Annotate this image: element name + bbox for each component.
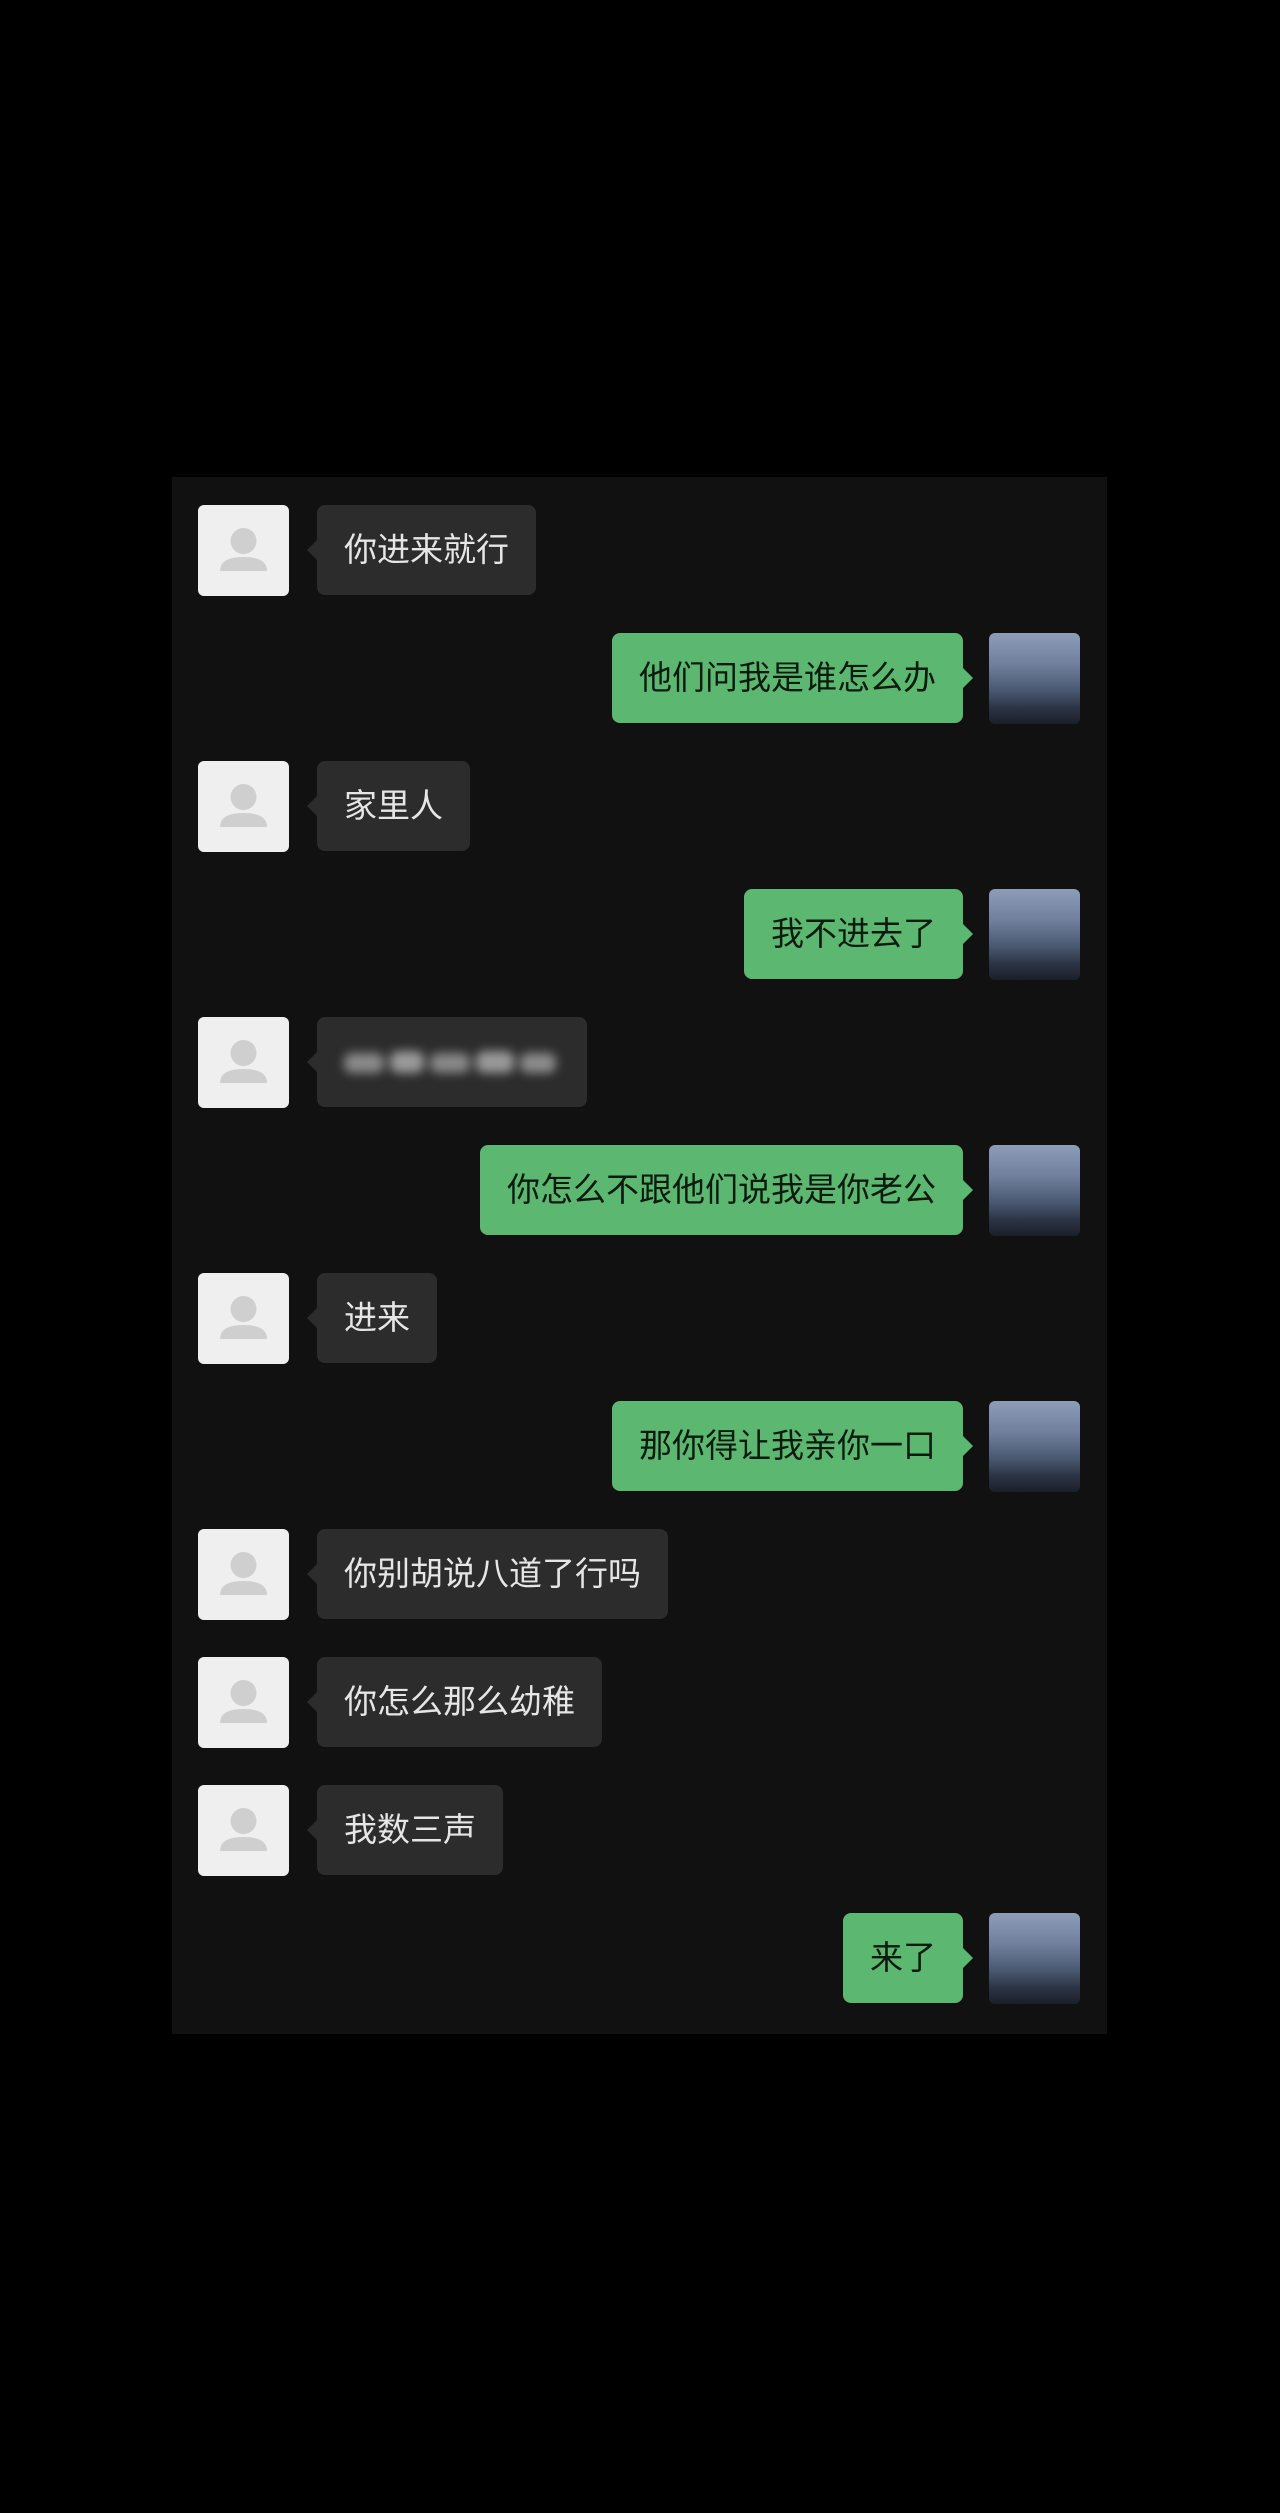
- message-outgoing: 他们问我是谁怎么办: [172, 633, 1107, 725]
- message-bubble[interactable]: 来了: [843, 1913, 973, 2003]
- message-incoming: 你别胡说八道了行吗: [172, 1529, 1107, 1621]
- message-outgoing: 来了: [172, 1913, 1107, 2005]
- message-text: 你别胡说八道了行吗: [344, 1554, 641, 1593]
- message-incoming: 进来: [172, 1273, 1107, 1365]
- redacted-text-blur: [344, 1051, 556, 1073]
- contact-avatar-icon[interactable]: [198, 1657, 289, 1748]
- message-bubble[interactable]: 我不进去了: [744, 889, 973, 979]
- message-bubble[interactable]: 你怎么那么幼稚: [307, 1657, 602, 1747]
- user-avatar[interactable]: [989, 1401, 1080, 1492]
- message-text: 进来: [344, 1298, 410, 1337]
- message-outgoing: 我不进去了: [172, 889, 1107, 981]
- message-bubble[interactable]: 家里人: [307, 761, 470, 851]
- message-bubble[interactable]: 你别胡说八道了行吗: [307, 1529, 668, 1619]
- message-text: 你怎么不跟他们说我是你老公: [507, 1170, 936, 1209]
- contact-avatar-icon[interactable]: [198, 1017, 289, 1108]
- message-text: 他们问我是谁怎么办: [639, 658, 936, 697]
- user-avatar[interactable]: [989, 1913, 1080, 2004]
- message-bubble[interactable]: 你进来就行: [307, 505, 536, 595]
- message-incoming: [172, 1017, 1107, 1109]
- message-text: 你进来就行: [344, 530, 509, 569]
- message-incoming: 你进来就行: [172, 505, 1107, 597]
- message-text: 来了: [870, 1938, 936, 1977]
- message-bubble[interactable]: 那你得让我亲你一口: [612, 1401, 973, 1491]
- message-incoming: 我数三声: [172, 1785, 1107, 1877]
- user-avatar[interactable]: [989, 889, 1080, 980]
- message-text: 你怎么那么幼稚: [344, 1682, 575, 1721]
- message-text: 我不进去了: [771, 914, 936, 953]
- message-bubble[interactable]: 你怎么不跟他们说我是你老公: [480, 1145, 973, 1235]
- message-outgoing: 你怎么不跟他们说我是你老公: [172, 1145, 1107, 1237]
- message-incoming: 家里人: [172, 761, 1107, 853]
- contact-avatar-icon[interactable]: [198, 1273, 289, 1364]
- message-text: 我数三声: [344, 1810, 476, 1849]
- contact-avatar-icon[interactable]: [198, 1785, 289, 1876]
- user-avatar[interactable]: [989, 633, 1080, 724]
- message-outgoing: 那你得让我亲你一口: [172, 1401, 1107, 1493]
- contact-avatar-icon[interactable]: [198, 505, 289, 596]
- blurred-message-bubble[interactable]: [307, 1017, 587, 1107]
- message-text: 家里人: [344, 786, 443, 825]
- user-avatar[interactable]: [989, 1145, 1080, 1236]
- message-incoming: 你怎么那么幼稚: [172, 1657, 1107, 1749]
- contact-avatar-icon[interactable]: [198, 761, 289, 852]
- message-text: 那你得让我亲你一口: [639, 1426, 936, 1465]
- chat-panel: 你进来就行 他们问我是谁怎么办 家里人 我不进去了 你怎么不跟他们说我是你老公 …: [172, 477, 1107, 2034]
- message-bubble[interactable]: 进来: [307, 1273, 437, 1363]
- contact-avatar-icon[interactable]: [198, 1529, 289, 1620]
- message-bubble[interactable]: 他们问我是谁怎么办: [612, 633, 973, 723]
- message-bubble[interactable]: 我数三声: [307, 1785, 503, 1875]
